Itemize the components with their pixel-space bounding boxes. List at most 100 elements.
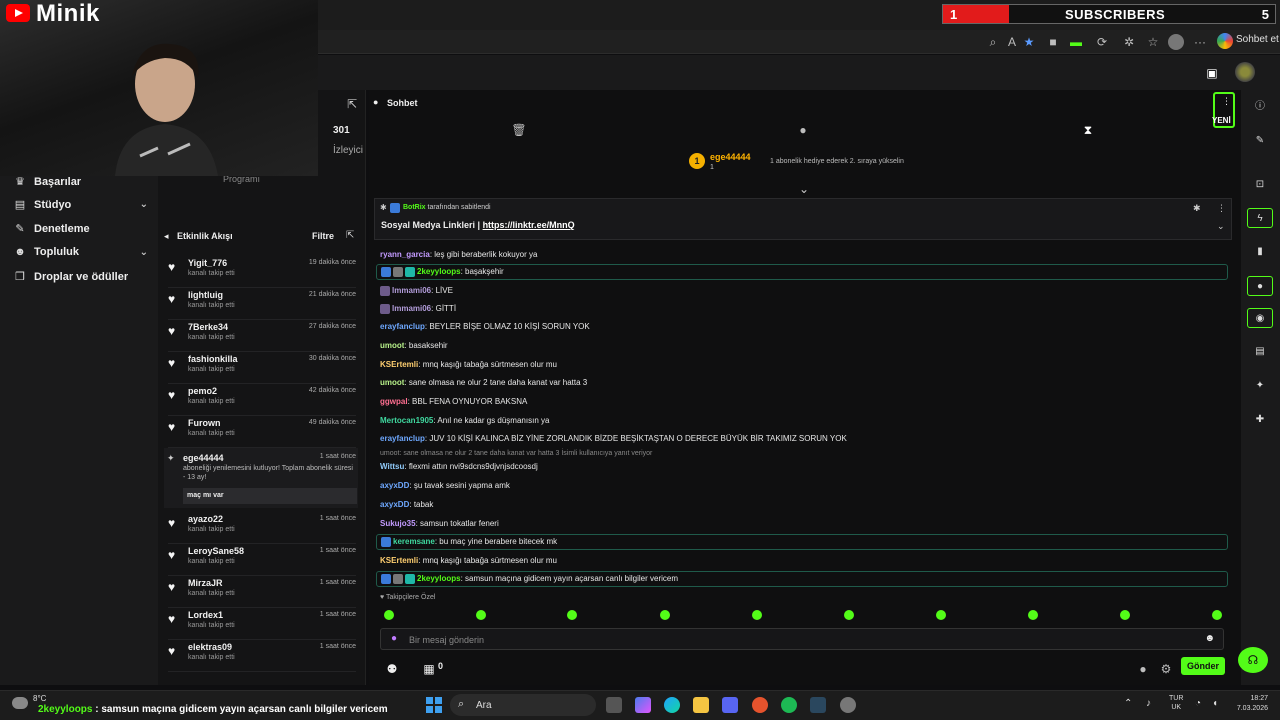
chat-message[interactable]: axyxDD: tabak xyxy=(380,498,433,512)
chat-message[interactable]: umoot: sane olmasa ne olur 2 tane daha k… xyxy=(380,376,587,390)
chat-message[interactable]: umoot: basaksehir xyxy=(380,339,448,353)
chevron-down-icon[interactable]: ⌄ xyxy=(796,181,812,197)
chat-message[interactable]: 2keyyloops: başakşehir xyxy=(376,264,1228,280)
copilot-chat-label[interactable]: Sohbet et xyxy=(1236,34,1279,45)
activity-feed-item[interactable]: ♥ Yigit_776 kanalı takip etti 19 dakika önc… xyxy=(168,256,356,288)
emote-icon[interactable] xyxy=(844,610,854,620)
tray-chevron-up-icon[interactable]: ⌃ xyxy=(1124,698,1132,709)
chat-username[interactable]: erayfanclup xyxy=(380,434,425,443)
chat-username[interactable]: ggwpal xyxy=(380,397,408,406)
chat-message[interactable]: Wittsu: flexmi attın nvi9sdcns9djvnjsdco… xyxy=(380,460,538,474)
chat-settings-bubble-icon[interactable]: ● xyxy=(1135,661,1151,677)
chat-message[interactable]: keremsane: bu maç yine berabere bitecek … xyxy=(376,534,1228,550)
favorites-icon[interactable]: ☆ xyxy=(1145,34,1161,50)
kebab-menu-icon[interactable]: ⋮ xyxy=(1217,203,1226,214)
chat-mode-icon[interactable]: ● xyxy=(795,122,811,138)
obs-app-icon[interactable] xyxy=(752,697,768,713)
emote-icon[interactable] xyxy=(1120,610,1130,620)
activity-feed-item[interactable]: ♥ elektras09 kanalı takip etti 1 saat önce xyxy=(168,640,356,672)
pencil-icon[interactable]: ✎ xyxy=(1247,131,1273,151)
chat-username[interactable]: Sukujo35 xyxy=(380,519,416,528)
emote-icon[interactable] xyxy=(1028,610,1038,620)
chat-message[interactable]: Sukujo35: samsun tokatlar feneri xyxy=(380,517,499,531)
lightning-icon[interactable]: ϟ xyxy=(1247,208,1273,228)
chat-message[interactable]: KSErtemli: mnq kaşığı tabağa sürtmesen o… xyxy=(380,554,557,568)
file-explorer-icon[interactable] xyxy=(693,697,709,713)
chat-bubble-icon[interactable]: ● xyxy=(1247,276,1273,296)
activity-feed-item[interactable]: ♥ Lordex1 kanalı takip etti 1 saat önce xyxy=(168,608,356,640)
chat-message[interactable]: 2keyyloops: samsun maçına gidicem yayın … xyxy=(376,571,1228,587)
sidebar-item-achievements[interactable]: ♛ Başarılar xyxy=(14,175,148,189)
weather-temperature[interactable]: 8°C xyxy=(33,694,46,703)
profile-avatar-icon[interactable] xyxy=(1168,34,1184,50)
info-icon[interactable]: ⓘ xyxy=(1247,97,1273,117)
chat-username[interactable]: ryann_garcia xyxy=(380,250,430,259)
chat-message[interactable]: axyxDD: şu tavak sesini yapma amk xyxy=(380,479,510,493)
emote-icon[interactable] xyxy=(936,610,946,620)
copilot-app-icon[interactable] xyxy=(635,697,651,713)
emote-icon[interactable] xyxy=(752,610,762,620)
activity-feed-item[interactable]: ♥ LeroySane58 kanalı takip etti 1 saat önce xyxy=(168,544,356,576)
system-clock[interactable]: 18:27 7.03.2026 xyxy=(1228,694,1268,714)
points-icon[interactable]: ⚉ xyxy=(384,661,400,677)
chat-message-input[interactable] xyxy=(409,633,1189,647)
send-button[interactable]: Gönder xyxy=(1181,657,1225,675)
steam-icon[interactable] xyxy=(810,697,826,713)
floating-action-button[interactable]: ☊ xyxy=(1238,647,1268,673)
chat-message[interactable]: erayfanclup: BEYLER BİŞE OLMAZ 10 KİŞİ S… xyxy=(380,320,590,334)
taskbar-search-label[interactable]: Ara xyxy=(476,700,492,711)
unpin-icon[interactable]: ✱ xyxy=(1193,203,1201,214)
chat-message[interactable]: lmmami06: LİVE xyxy=(380,284,453,298)
chat-message[interactable]: erayfanclup: JUV 10 KİŞİ KALINCA BİZ YİN… xyxy=(380,432,847,446)
chat-username[interactable]: lmmami06 xyxy=(392,304,431,313)
chevron-down-icon[interactable]: ⌄ xyxy=(1217,221,1225,232)
language-indicator[interactable]: TUR UK xyxy=(1169,694,1183,712)
refresh-extension-icon[interactable]: ⟳ xyxy=(1094,34,1110,50)
layout-icon[interactable]: ▤ xyxy=(1247,342,1273,362)
emote-icon[interactable] xyxy=(1212,610,1222,620)
zoom-icon[interactable]: ⌕ xyxy=(985,34,1001,50)
gifter-name[interactable]: ege44444 xyxy=(710,152,751,162)
extensions-puzzle-icon[interactable]: ✲ xyxy=(1121,34,1137,50)
pinned-link[interactable]: https://linktr.ee/MnnQ xyxy=(483,220,575,230)
activity-feed-item[interactable]: ♥ pemo2 kanalı takip etti 42 dakika önce xyxy=(168,384,356,416)
chat-username[interactable]: lmmami06 xyxy=(392,286,431,295)
chat-username[interactable]: keremsane xyxy=(393,537,435,546)
chat-username[interactable]: axyxDD xyxy=(380,500,409,509)
emoji-icon[interactable]: ☻ xyxy=(1204,633,1215,644)
notes-icon[interactable]: ▮ xyxy=(1247,242,1273,262)
subscription-event[interactable]: ✦ ege44444 1 saat önce aboneliği yenilem… xyxy=(164,448,358,508)
microphone-tray-icon[interactable]: ♪ xyxy=(1146,698,1151,709)
chat-username[interactable]: axyxDD xyxy=(380,481,409,490)
emote-icon[interactable] xyxy=(384,610,394,620)
copilot-icon[interactable] xyxy=(1217,33,1233,49)
chat-message[interactable]: lmmami06: GİTTİ xyxy=(380,302,456,316)
sidebar-item-studio[interactable]: ▤ Stüdyo ⌄ xyxy=(14,198,148,212)
chat-username[interactable]: KSErtemli xyxy=(380,360,418,369)
emote-icon[interactable] xyxy=(476,610,486,620)
discord-icon[interactable] xyxy=(722,697,738,713)
volume-icon[interactable]: ◖ xyxy=(1212,698,1218,709)
popout-icon[interactable]: ⇱ xyxy=(346,230,354,241)
task-view-icon[interactable] xyxy=(606,697,622,713)
chat-username[interactable]: erayfanclup xyxy=(380,322,425,331)
chat-username[interactable]: umoot xyxy=(380,378,404,387)
chat-message[interactable]: Mertocan1905: Anıl ne kadar gs düşmanısı… xyxy=(380,414,549,428)
chat-username[interactable]: KSErtemli xyxy=(380,556,418,565)
activity-feed-item[interactable]: ♥ ayazo22 kanalı takip etti 1 saat önce xyxy=(168,512,356,544)
extension-icon[interactable]: ■ xyxy=(1045,34,1061,50)
activity-filter-button[interactable]: Filtre xyxy=(312,231,334,241)
chat-message[interactable]: KSErtemli: mnq kaşığı tabağa sürtmesen o… xyxy=(380,358,557,372)
studio-mode-icon[interactable]: ▣ xyxy=(1204,65,1220,81)
popout-icon[interactable]: ⇱ xyxy=(344,96,360,112)
hourglass-icon[interactable]: ⧗ xyxy=(1080,122,1096,138)
activity-feed-item[interactable]: ♥ 7Berke34 kanalı takip etti 27 dakika önce xyxy=(168,320,356,352)
trash-icon[interactable]: 🗑 xyxy=(511,122,527,138)
favorite-star-icon[interactable]: ★ xyxy=(1021,34,1037,50)
taskbar-search[interactable]: ⌕ xyxy=(450,694,596,716)
chat-username[interactable]: Wittsu xyxy=(380,462,404,471)
weather-cloud-icon[interactable] xyxy=(12,697,28,709)
network-icon[interactable]: ◔ xyxy=(1195,698,1201,709)
kick-extension-icon[interactable]: ▬ xyxy=(1068,34,1084,50)
focus-icon[interactable]: ⊡ xyxy=(1247,175,1273,195)
